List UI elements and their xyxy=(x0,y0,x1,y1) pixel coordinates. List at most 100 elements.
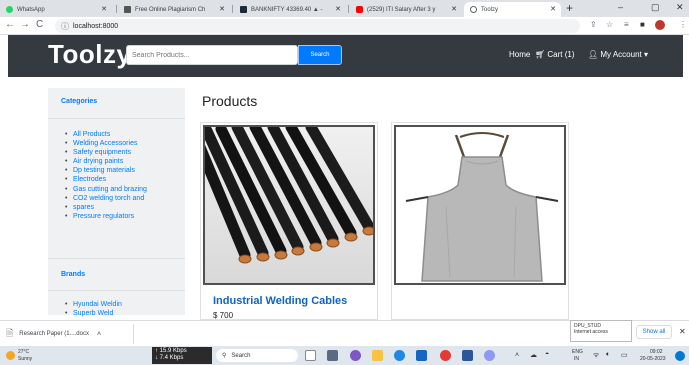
brand-item[interactable]: Superb Weld xyxy=(65,309,122,318)
chat-icon[interactable] xyxy=(350,350,361,361)
product-image-apron[interactable] xyxy=(394,125,566,285)
chrome-icon[interactable] xyxy=(440,350,451,361)
taskbar-search-label: Search xyxy=(231,352,251,359)
tab-plagiarism[interactable]: Free Online Plagiarism Ch ✕ xyxy=(118,2,230,17)
reload-icon[interactable]: C xyxy=(36,19,43,30)
category-item[interactable]: Safety equipments xyxy=(65,148,147,157)
account-label: My Account xyxy=(600,50,642,59)
notification-badge[interactable] xyxy=(675,351,685,361)
task-view-icon[interactable] xyxy=(327,350,338,361)
divider xyxy=(48,290,185,291)
category-item-continued[interactable]: spares xyxy=(65,203,147,212)
search-input[interactable] xyxy=(126,45,298,65)
maximize-icon[interactable]: ▢ xyxy=(651,2,660,13)
language-indicator[interactable]: ENG xyxy=(572,349,583,355)
tab-separator xyxy=(116,5,117,13)
store-icon[interactable] xyxy=(416,350,427,361)
network-speed-widget: ↑ 15.9 Kbps ↓ 7.4 Kbps xyxy=(152,347,212,364)
brand-list: Hyundai Weldin Superb Weld xyxy=(65,300,122,318)
word-icon[interactable] xyxy=(462,350,473,361)
battery-icon[interactable]: ▭ xyxy=(621,351,628,359)
tab-toolzy[interactable]: Toolzy ✕ xyxy=(464,2,561,17)
network-tooltip: DPU_STUD Internet access xyxy=(570,320,632,342)
new-tab-button[interactable]: + xyxy=(566,1,573,15)
close-icon[interactable]: ✕ xyxy=(101,5,107,13)
cart-label: Cart (1) xyxy=(547,50,575,59)
taskbar-search[interactable]: ⚲ Search xyxy=(216,349,298,362)
tooltip-network-status: Internet access xyxy=(574,329,608,335)
brand-item[interactable]: Hyundai Weldin xyxy=(65,300,122,309)
wifi-icon[interactable]: ᯤ xyxy=(593,351,599,360)
region-indicator[interactable]: IN xyxy=(574,356,579,362)
user-icon: 👤︎ xyxy=(588,50,599,59)
product-price: $ 700 xyxy=(213,311,234,320)
weather-text: Sunny xyxy=(18,356,33,362)
upload-speed: ↑ 15.9 Kbps xyxy=(155,348,187,354)
close-window-icon[interactable]: ✕ xyxy=(676,2,684,13)
temperature: 27°C xyxy=(18,349,30,355)
youtube-icon xyxy=(356,6,363,13)
clock-time[interactable]: 09:02 xyxy=(650,349,663,355)
tab-whatsapp[interactable]: WhatsApp ✕ xyxy=(0,2,112,17)
document-icon xyxy=(124,6,131,13)
reading-list-icon[interactable]: ≡ xyxy=(624,20,629,29)
chevron-up-icon[interactable]: ˄ xyxy=(515,352,519,359)
brand-logo[interactable]: Toolzy xyxy=(48,39,131,70)
category-item[interactable]: Pressure regulators xyxy=(65,212,147,221)
close-icon[interactable]: ✕ xyxy=(451,5,457,13)
side-panel-icon[interactable]: ■ xyxy=(640,20,645,29)
file-explorer-icon[interactable] xyxy=(372,350,383,361)
nav-cart-link[interactable]: 🛒︎ Cart (1) xyxy=(535,50,575,59)
browser-tab-strip: WhatsApp ✕ Free Online Plagiarism Ch ✕ B… xyxy=(0,0,689,17)
category-item[interactable]: Electrodes xyxy=(65,175,147,184)
app-icon[interactable] xyxy=(484,350,495,361)
show-all-button[interactable]: Show all xyxy=(636,325,672,339)
bookmark-star-icon[interactable]: ☆ xyxy=(606,20,613,29)
chevron-up-icon[interactable]: ˄ xyxy=(97,331,101,338)
tab-youtube[interactable]: (2529) ITI Salary After 3 y ✕ xyxy=(350,2,462,17)
category-item[interactable]: Welding Accessories xyxy=(65,139,147,148)
close-download-bar-icon[interactable]: ✕ xyxy=(679,327,686,336)
sun-weather-icon xyxy=(6,351,15,360)
menu-dots-icon[interactable]: ⋮ xyxy=(679,20,687,29)
product-image-cables[interactable] xyxy=(203,125,375,285)
profile-avatar-icon[interactable] xyxy=(655,20,665,30)
tab-title: Toolzy xyxy=(481,6,499,13)
cart-icon: 🛒︎ xyxy=(535,50,546,59)
divider xyxy=(48,118,185,119)
edge-browser-icon[interactable] xyxy=(394,350,405,361)
nav-home-link[interactable]: Home xyxy=(509,50,530,59)
category-item[interactable]: Dp testing materials xyxy=(65,166,147,175)
page-title: Products xyxy=(202,93,258,109)
forward-arrow-icon[interactable]: → xyxy=(20,19,30,30)
close-icon[interactable]: ✕ xyxy=(550,5,556,13)
url-bar[interactable]: ⓘ localhost:8000 xyxy=(55,19,580,33)
info-icon[interactable]: ⓘ xyxy=(61,21,69,32)
clock-date[interactable]: 20-05-2023 xyxy=(640,356,666,362)
onedrive-icon[interactable]: ☁ xyxy=(530,351,537,359)
document-icon: 🗎︎ xyxy=(6,328,14,338)
tab-banknifty[interactable]: BANKNIFTY 43369.40 ▲ - ✕ xyxy=(234,2,346,17)
download-filename: Research Paper (1....docx xyxy=(19,331,89,337)
product-title[interactable]: Industrial Welding Cables xyxy=(213,295,347,307)
category-item[interactable]: Air drying paints xyxy=(65,157,147,166)
caret-down-icon: ▾ xyxy=(643,50,648,59)
close-icon[interactable]: ✕ xyxy=(335,5,341,13)
product-card[interactable]: Industrial Welding Cables $ 700 xyxy=(200,122,378,320)
category-item[interactable]: Gas cutting and brazing xyxy=(65,185,147,194)
widgets-icon[interactable] xyxy=(305,350,316,361)
speaker-icon[interactable]: 🔈︎ xyxy=(606,351,610,359)
brands-heading: Brands xyxy=(61,271,86,278)
download-item[interactable]: 🗎︎ Research Paper (1....docx ˄ xyxy=(6,326,101,342)
category-item[interactable]: All Products xyxy=(65,130,147,139)
product-card[interactable] xyxy=(391,122,569,320)
tray-app-icon[interactable]: ◓ xyxy=(545,351,549,358)
divider xyxy=(133,324,134,344)
share-icon[interactable]: ⇪ xyxy=(590,20,597,29)
close-icon[interactable]: ✕ xyxy=(219,5,225,13)
nav-account-dropdown[interactable]: 👤︎ My Account ▾ xyxy=(588,50,648,59)
back-arrow-icon[interactable]: ← xyxy=(5,19,15,30)
search-button[interactable]: Search xyxy=(298,45,342,65)
minimize-icon[interactable]: – xyxy=(618,2,623,12)
category-item[interactable]: CO2 welding torch and xyxy=(65,194,147,203)
